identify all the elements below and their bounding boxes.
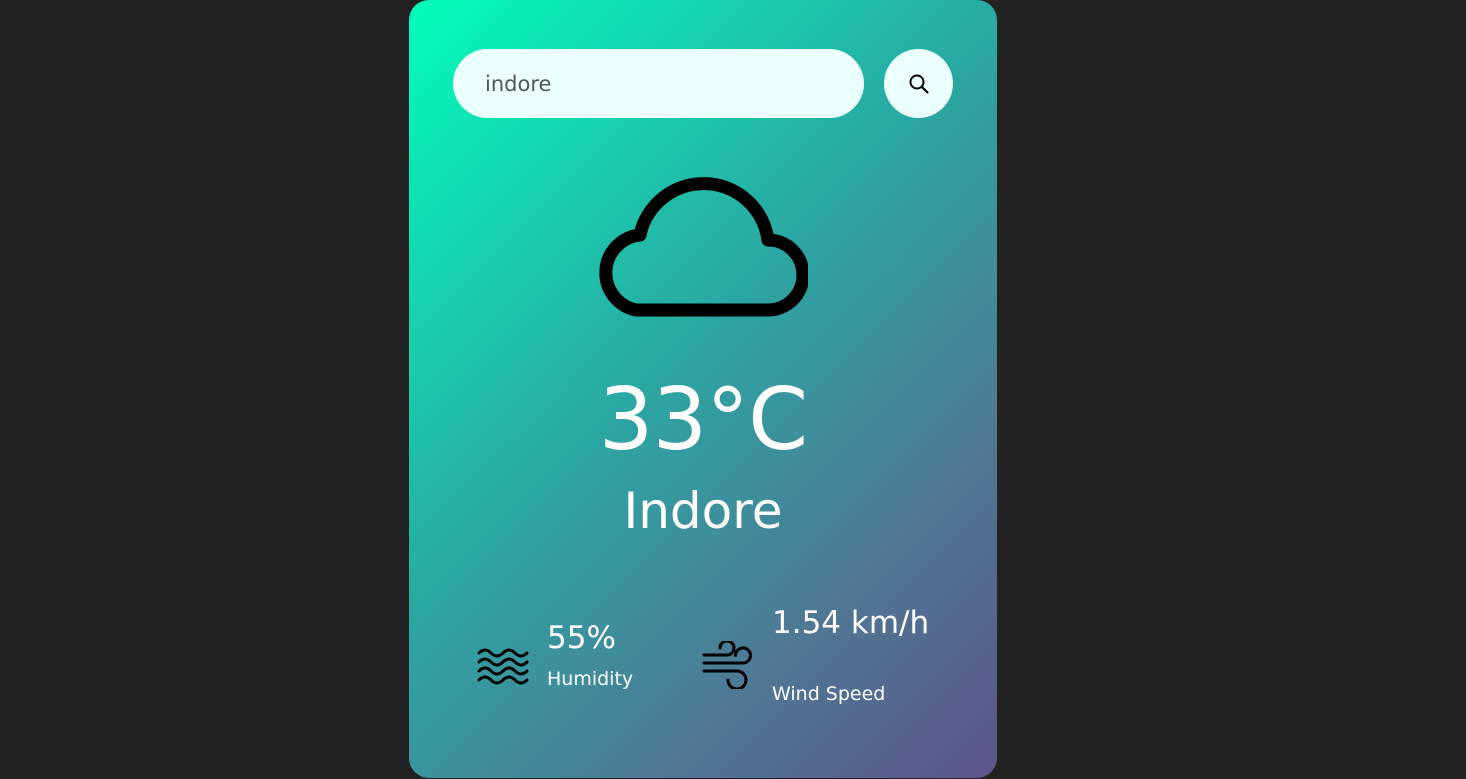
humidity-icon: [476, 645, 530, 687]
search-icon: [908, 73, 930, 95]
humidity-value: 55%: [547, 620, 616, 656]
city-search-input[interactable]: [453, 49, 864, 118]
humidity-label: Humidity: [547, 668, 634, 690]
cloud-icon: [598, 170, 810, 322]
wind-icon: [701, 639, 755, 691]
wind-speed-value: 1.54 km/h: [772, 605, 930, 641]
city-name: Indore: [623, 482, 783, 540]
temperature: 33°C: [598, 370, 808, 470]
wind-speed-label: Wind Speed: [772, 683, 886, 705]
weather-card: 33°C Indore 55% Humidity 1.54 km/h Wind …: [409, 0, 997, 778]
search-button[interactable]: [884, 49, 953, 118]
